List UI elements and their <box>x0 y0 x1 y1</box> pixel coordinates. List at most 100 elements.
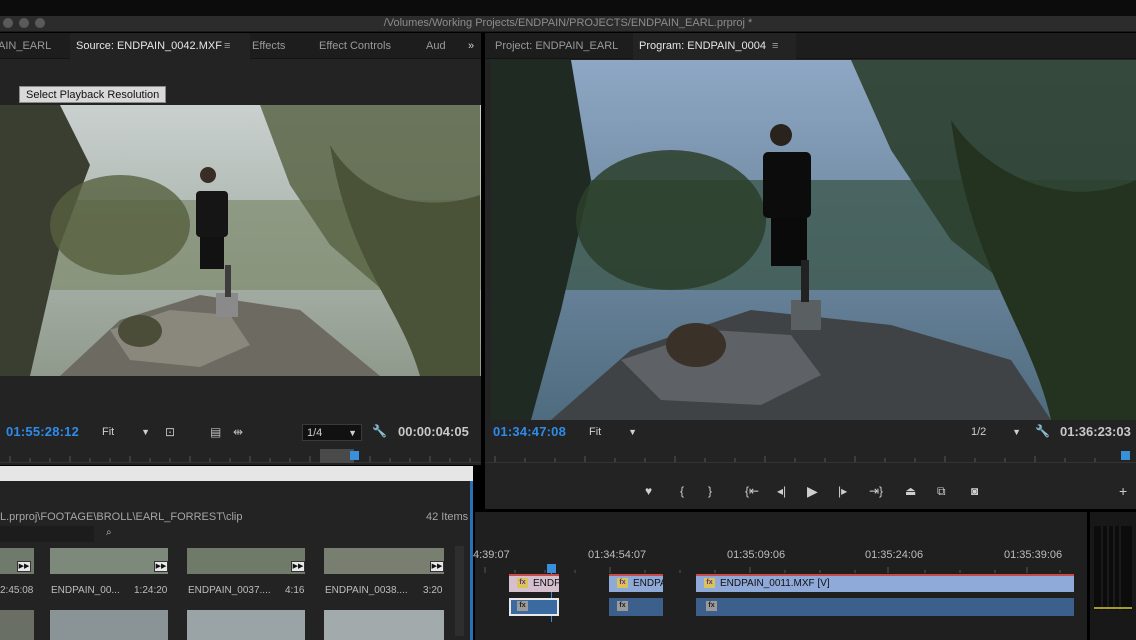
source-video-frame <box>0 105 481 376</box>
source-tab-bar: AIN_EARL Source: ENDPAIN_0042.MXF ≡ Effe… <box>0 33 481 59</box>
program-zoom-dropdown[interactable]: Fit ▼ <box>585 424 641 441</box>
drag-video-icon[interactable]: ▤ <box>210 425 221 439</box>
bin-scrollbar[interactable] <box>455 546 464 636</box>
clip-label: ENDPAIN_0011.MXF [V] <box>720 578 830 589</box>
bin-thumbnail[interactable] <box>50 548 168 574</box>
audio-meter <box>1094 526 1132 610</box>
fx-badge-icon: fx <box>706 601 717 611</box>
tab-program-label: Program: ENDPAIN_0004 <box>639 40 766 52</box>
bin-thumbnail[interactable] <box>324 548 444 574</box>
bin-item-duration: 2:45:08 <box>0 585 34 596</box>
bin-header-strip <box>0 466 473 481</box>
bin-thumbnail[interactable] <box>0 610 34 640</box>
timeline-ruler-label: 01:35:09:06 <box>727 549 786 561</box>
export-frame-camera-icon[interactable]: ◙ <box>971 484 978 498</box>
panel-menu-icon[interactable]: ≡ <box>224 33 230 59</box>
source-zoom-dropdown[interactable]: Fit ▼ <box>98 424 154 441</box>
program-resolution-dropdown[interactable]: 1/2 ▼ <box>967 424 1025 441</box>
fx-badge-icon: fx <box>617 601 628 611</box>
lift-icon[interactable]: ⏏ <box>905 484 916 498</box>
step-back-icon[interactable]: ◂| <box>777 484 786 498</box>
bin-item-name[interactable]: ENDPAIN_00... <box>51 585 120 596</box>
bin-search-field[interactable] <box>0 526 94 542</box>
bin-thumbnail[interactable] <box>187 610 305 640</box>
timeline-clip-video[interactable]: fx ENDPA <box>609 574 663 592</box>
program-tab-bar: Project: ENDPAIN_EARL Program: ENDPAIN_0… <box>485 33 1136 59</box>
source-duration: 00:00:04:05 <box>398 424 469 439</box>
tab-earl-sequence[interactable]: AIN_EARL <box>0 33 57 59</box>
program-duration: 01:36:23:03 <box>1060 424 1131 439</box>
settings-wrench-icon[interactable]: 🔧 <box>1035 424 1050 438</box>
tab-overflow-icon[interactable]: » <box>462 33 480 59</box>
program-playhead[interactable] <box>1121 451 1130 460</box>
source-resolution-dropdown[interactable]: 1/4 ▼ <box>302 424 362 441</box>
project-bin-panel: L.prproj\FOOTAGE\BROLL\EARL_FORREST\clip… <box>0 466 473 640</box>
source-time-ruler[interactable] <box>0 449 481 463</box>
timeline-clip-audio[interactable]: fx <box>696 598 1074 616</box>
go-to-in-icon[interactable]: {⇤ <box>745 484 759 498</box>
chevron-down-icon: ▼ <box>1012 427 1021 437</box>
add-marker-icon[interactable]: ♥ <box>645 484 652 498</box>
timeline-ruler-label: 01:35:24:06 <box>865 549 924 561</box>
mark-in-icon[interactable]: { <box>680 484 684 498</box>
program-monitor-panel: Project: ENDPAIN_EARL Program: ENDPAIN_0… <box>485 33 1136 509</box>
mark-out-icon[interactable]: } <box>708 484 712 498</box>
tab-effect-controls[interactable]: Effect Controls <box>313 33 397 59</box>
bin-thumbnail[interactable] <box>187 548 305 574</box>
bin-item-name[interactable]: ENDPAIN_0037.... <box>188 585 271 596</box>
bin-item-name[interactable]: ENDPAIN_0038.... <box>325 585 408 596</box>
bin-item-duration: 3:20 <box>423 585 443 596</box>
timeline-ruler-ticks <box>484 567 1061 573</box>
audio-meter-bars <box>1094 526 1132 610</box>
timeline-clip-video[interactable]: fx ENDPAIN_0011.MXF [V] <box>696 574 1074 592</box>
play-icon[interactable]: ▶ <box>807 483 818 500</box>
source-timecode[interactable]: 01:55:28:12 <box>6 424 79 439</box>
clip-label: ENDF <box>533 578 559 589</box>
timeline-clip-video[interactable]: fx ENDF <box>509 574 559 592</box>
go-to-out-icon[interactable]: ⇥} <box>869 484 883 498</box>
program-time-ruler[interactable] <box>485 449 1136 463</box>
tab-source[interactable]: Source: ENDPAIN_0042.MXF <box>70 33 250 59</box>
step-forward-icon[interactable]: |▸ <box>838 484 847 498</box>
clip-badge-icon: ▶▶ <box>430 561 444 572</box>
clip-badge-icon: ▶▶ <box>291 561 305 572</box>
panel-menu-icon[interactable]: ≡ <box>772 33 778 59</box>
top-black-strip <box>0 0 1136 16</box>
ruler-ticks <box>9 449 471 463</box>
bin-path: L.prproj\FOOTAGE\BROLL\EARL_FORREST\clip <box>0 511 243 523</box>
source-zoom-value: Fit <box>102 426 115 438</box>
timeline-panel: 4:39:07 01:34:54:07 01:35:09:06 01:35:24… <box>473 512 1087 640</box>
program-video-frame <box>491 60 1136 420</box>
source-resolution-value: 1/4 <box>307 427 323 439</box>
source-monitor-panel: AIN_EARL Source: ENDPAIN_0042.MXF ≡ Effe… <box>0 33 481 465</box>
tab-audio[interactable]: Aud <box>420 33 452 59</box>
chevron-down-icon: ▼ <box>141 427 150 437</box>
timeline-ruler-label: 01:34:54:07 <box>588 549 647 561</box>
audio-meters-panel <box>1090 512 1136 640</box>
button-editor-plus-icon[interactable]: + <box>1119 483 1127 499</box>
bin-thumbnail[interactable] <box>324 610 444 640</box>
new-search-bin-icon[interactable]: ⌕ <box>106 527 112 538</box>
tab-effects[interactable]: Effects <box>246 33 291 59</box>
source-playhead[interactable] <box>350 451 359 460</box>
program-zoom-value: Fit <box>589 426 602 438</box>
tab-project[interactable]: Project: ENDPAIN_EARL <box>489 33 624 59</box>
fx-badge-icon: fx <box>704 578 715 588</box>
extract-icon[interactable]: ⧉ <box>937 484 946 499</box>
fx-badge-icon: fx <box>517 578 528 588</box>
tab-source-label: Source: ENDPAIN_0042.MXF <box>76 40 222 52</box>
bin-item-duration: 1:24:20 <box>134 585 168 596</box>
timeline-ruler-label: 4:39:07 <box>473 549 510 561</box>
window-title: /Volumes/Working Projects/ENDPAIN/PROJEC… <box>383 17 753 29</box>
drag-audio-icon[interactable]: ⇹ <box>233 425 243 439</box>
clip-label: ENDPA <box>633 578 663 589</box>
bin-item-count: 42 Items <box>426 511 469 523</box>
program-timecode[interactable]: 01:34:47:08 <box>493 424 566 439</box>
fx-badge-icon: fx <box>517 601 528 611</box>
insert-marker-icon[interactable]: ⊡ <box>165 425 175 439</box>
bin-thumbnail[interactable] <box>50 610 168 640</box>
timeline-clip-audio[interactable]: fx <box>509 598 559 616</box>
chevron-down-icon: ▼ <box>348 428 357 438</box>
settings-wrench-icon[interactable]: 🔧 <box>372 424 387 438</box>
timeline-clip-audio[interactable]: fx <box>609 598 663 616</box>
